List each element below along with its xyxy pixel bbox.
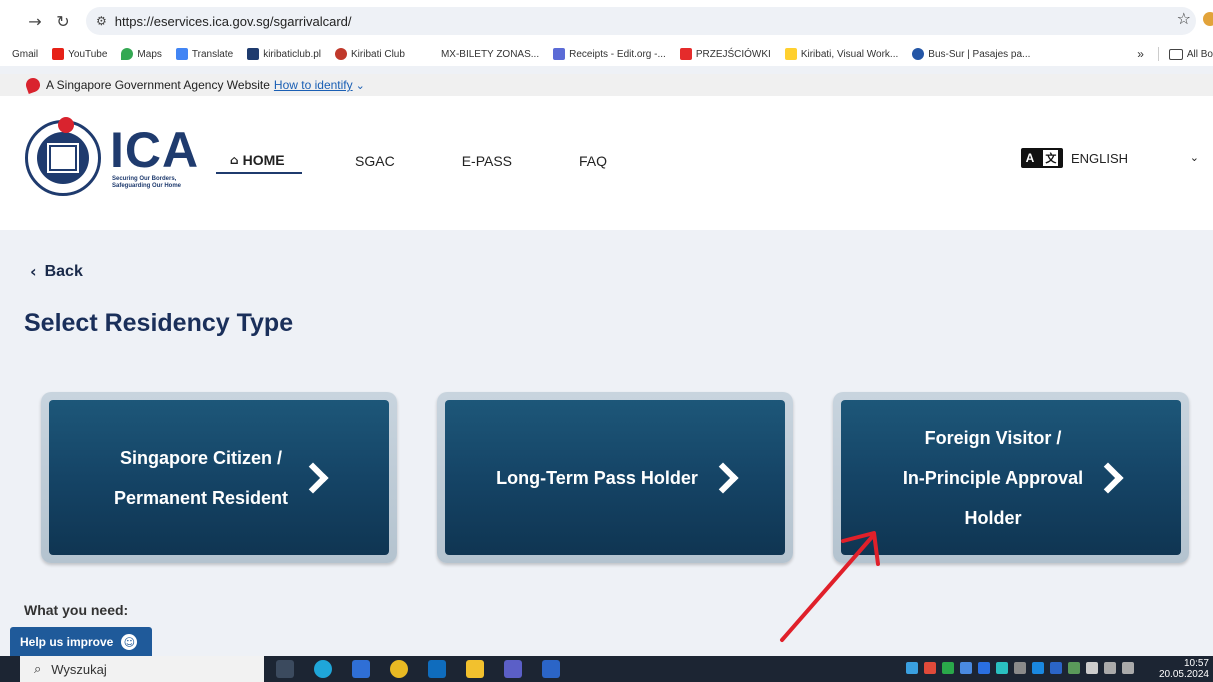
chevron-left-icon: ‹ — [30, 262, 37, 281]
chevron-down-icon: ⌄ — [1189, 150, 1199, 164]
bookmarks-overflow: » All Bo — [1129, 42, 1213, 66]
home-icon: ⌂ — [230, 153, 239, 167]
v-logo-icon — [247, 48, 260, 60]
divider — [1157, 47, 1159, 61]
forward-arrow-icon[interactable]: → — [22, 8, 48, 34]
translate-app-icon — [175, 48, 188, 60]
miro-icon — [784, 48, 797, 60]
search-icon: ⌕ — [34, 661, 42, 677]
store-icon[interactable] — [352, 660, 370, 678]
site-header: ICA Securing Our Borders, Safeguarding O… — [0, 96, 1213, 230]
bookmark-kiribaticlub[interactable]: kiribaticlub.pl — [247, 48, 321, 60]
browser-toolbar: → ↻ ⚙ https://eservices.ica.gov.sg/sgarr… — [0, 0, 1213, 42]
ica-logo-text[interactable]: ICA — [110, 125, 199, 175]
bookmark-gmail[interactable]: Gmail — [12, 49, 38, 60]
nav-sgac[interactable]: SGAC — [355, 148, 395, 174]
chrome-icon[interactable] — [390, 660, 408, 678]
citizen-pr-button[interactable]: Singapore Citizen / Permanent Resident — [49, 400, 389, 555]
task-view-icon[interactable] — [276, 660, 294, 678]
card-ltp-wrapper: Long-Term Pass Holder — [437, 392, 793, 563]
bookmark-maps[interactable]: Maps — [121, 48, 162, 60]
long-term-pass-button[interactable]: Long-Term Pass Holder — [445, 400, 785, 555]
what-you-need-heading: What you need: — [24, 602, 129, 618]
gov-banner: A Singapore Government Agency Website Ho… — [0, 74, 1213, 96]
tray-app-icon[interactable] — [960, 662, 972, 674]
maps-icon — [121, 48, 134, 60]
file-explorer-icon[interactable] — [466, 660, 484, 678]
wifi-icon[interactable] — [1104, 662, 1116, 674]
chevron-down-icon[interactable]: ⌄ — [356, 79, 365, 92]
reload-icon[interactable]: ↻ — [50, 8, 76, 34]
bookmark-przejsciowki[interactable]: PRZEJŚCIÓWKI — [679, 48, 771, 60]
nav-epass[interactable]: E-PASS — [462, 148, 512, 174]
ica-tagline: Securing Our Borders, Safeguarding Our H… — [112, 176, 182, 189]
main-nav: ⌂ HOME SGAC E-PASS FAQ — [216, 148, 607, 174]
gov-banner-text: A Singapore Government Agency Website — [46, 78, 270, 92]
windows-taskbar: ⌕ Wyszukaj 10:57 20.05.2024 — [0, 656, 1213, 682]
tray-app-icon[interactable] — [1050, 662, 1062, 674]
lion-head-icon — [24, 76, 42, 94]
taskbar-clock[interactable]: 10:57 20.05.2024 — [1159, 658, 1209, 680]
how-to-identify-link[interactable]: How to identify — [274, 78, 353, 92]
system-tray — [906, 662, 1140, 674]
profile-avatar[interactable] — [1203, 12, 1213, 26]
chevron-right-icon — [297, 461, 329, 494]
tray-app-icon[interactable] — [942, 662, 954, 674]
battery-icon[interactable] — [1086, 662, 1098, 674]
language-selector[interactable]: A 文 ENGLISH ⌄ — [1021, 148, 1199, 168]
tray-app-icon[interactable] — [924, 662, 936, 674]
card-foreign-wrapper: Foreign Visitor / In-Principle Approval … — [833, 392, 1189, 563]
k-icon — [679, 48, 692, 60]
tray-app-icon[interactable] — [996, 662, 1008, 674]
bookmark-bus-sur[interactable]: Bus-Sur | Pasajes pa... — [912, 48, 1030, 60]
card-citizen-wrapper: Singapore Citizen / Permanent Resident — [41, 392, 397, 563]
address-url[interactable]: https://eservices.ica.gov.sg/sgarrivalca… — [115, 14, 352, 29]
bookmark-kiribati-visual[interactable]: Kiribati, Visual Work... — [784, 48, 898, 60]
youtube-icon — [52, 48, 65, 60]
volume-icon[interactable] — [1122, 662, 1134, 674]
bookmark-kiribati-club[interactable]: Kiribati Club — [335, 48, 405, 60]
bookmarks-bar: Gmail YouTube Maps Translate kiribaticlu… — [0, 42, 1213, 66]
tray-app-icon[interactable] — [1014, 662, 1026, 674]
translate-icon: A 文 — [1021, 148, 1063, 168]
taskbar-apps — [276, 660, 580, 678]
ica-logo-seal-icon[interactable] — [25, 117, 101, 196]
page-title: Select Residency Type — [24, 309, 294, 337]
edge-icon[interactable] — [314, 660, 332, 678]
bookmark-star-icon[interactable]: ☆ — [1177, 9, 1191, 28]
folder-icon — [1168, 48, 1183, 60]
smile-icon: ☺ — [121, 634, 138, 650]
nav-faq[interactable]: FAQ — [579, 148, 607, 174]
bookmark-receipts[interactable]: Receipts - Edit.org -... — [553, 48, 666, 60]
club-icon — [335, 48, 348, 60]
tray-app-icon[interactable] — [906, 662, 918, 674]
more-bookmarks-icon[interactable]: » — [1137, 47, 1144, 61]
bus-icon — [912, 48, 925, 60]
site-settings-icon[interactable]: ⚙ — [96, 14, 107, 28]
tray-app-icon[interactable] — [1032, 662, 1044, 674]
teams-icon[interactable] — [504, 660, 522, 678]
bluetooth-icon[interactable] — [978, 662, 990, 674]
all-bookmarks-link[interactable]: All Bo — [1187, 49, 1213, 60]
back-link[interactable]: ‹ Back — [30, 262, 83, 281]
nav-home[interactable]: ⌂ HOME — [216, 148, 302, 174]
bookmark-mx-bilety[interactable]: MX-BILETY ZONAS... — [441, 49, 539, 60]
outlook-icon[interactable] — [428, 660, 446, 678]
taskbar-search[interactable]: ⌕ Wyszukaj — [20, 656, 264, 682]
edit-org-icon — [553, 48, 566, 60]
language-select[interactable]: ENGLISH ⌄ — [1071, 151, 1199, 166]
bookmark-translate[interactable]: Translate — [175, 48, 233, 60]
word-icon[interactable] — [542, 660, 560, 678]
tray-app-icon[interactable] — [1068, 662, 1080, 674]
bookmark-youtube[interactable]: YouTube — [52, 48, 107, 60]
chevron-right-icon — [707, 461, 739, 494]
foreign-visitor-button[interactable]: Foreign Visitor / In-Principle Approval … — [841, 400, 1181, 555]
help-us-improve-button[interactable]: Help us improve ☺ — [10, 627, 152, 657]
chevron-right-icon — [1092, 461, 1124, 494]
address-bar[interactable]: ⚙ https://eservices.ica.gov.sg/sgarrival… — [86, 7, 1196, 35]
